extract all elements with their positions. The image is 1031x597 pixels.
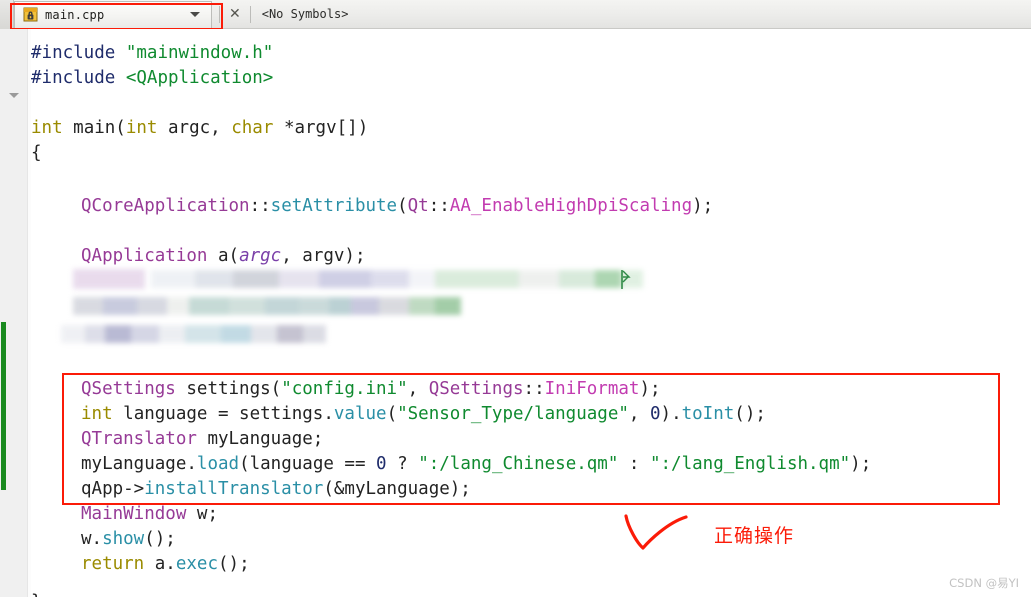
code-line-19: w.show(); bbox=[81, 529, 176, 549]
cpp-file-icon bbox=[23, 7, 38, 22]
symbol-selector[interactable]: <No Symbols> bbox=[262, 7, 349, 21]
redacted-line-3 bbox=[61, 325, 326, 343]
code-line-18: MainWindow w; bbox=[81, 504, 218, 524]
code-line-13: QSettings settings("config.ini", QSettin… bbox=[81, 379, 661, 399]
code-line-14: int language = settings.value("Sensor_Ty… bbox=[81, 404, 766, 424]
code-line-8: QApplication a(argc, argv); bbox=[81, 246, 366, 266]
code-line-6: QCoreApplication::setAttribute(Qt::AA_En… bbox=[81, 196, 714, 216]
editor-tab-main-cpp[interactable]: main.cpp bbox=[14, 0, 212, 28]
chevron-down-icon[interactable] bbox=[190, 12, 200, 17]
tabbar-separator-2 bbox=[249, 5, 251, 23]
qt-creator-editor-window: main.cpp ✕ <No Symbols> #include "mainwi… bbox=[0, 0, 1031, 597]
tabbar-separator-1 bbox=[219, 5, 220, 23]
code-line-22: } bbox=[31, 590, 42, 597]
watermark: CSDN @易YI bbox=[949, 576, 1019, 590]
editor-tab-filename: main.cpp bbox=[45, 7, 105, 22]
change-indicator-bar bbox=[1, 322, 6, 490]
editor-tab-bar: main.cpp ✕ <No Symbols> bbox=[0, 0, 1031, 29]
code-line-2: #include <QApplication> bbox=[31, 68, 274, 88]
tab-bar-left-stub bbox=[0, 0, 14, 29]
code-line-1: #include "mainwindow.h" bbox=[31, 43, 274, 63]
redacted-line-2 bbox=[73, 297, 463, 315]
redacted-line-1 bbox=[73, 269, 643, 289]
code-line-5: { bbox=[31, 143, 42, 163]
close-icon[interactable]: ✕ bbox=[227, 7, 243, 21]
code-editor-area[interactable]: #include "mainwindow.h" #include <QAppli… bbox=[0, 29, 1031, 597]
code-line-17: qApp->installTranslator(&myLanguage); bbox=[81, 479, 471, 499]
code-line-20: return a.exec(); bbox=[81, 554, 250, 574]
annotation-note: 正确操作 bbox=[714, 525, 795, 547]
code-line-16: myLanguage.load(language == 0 ? ":/lang_… bbox=[81, 454, 872, 474]
code-line-4: int main(int argc, char *argv[]) bbox=[31, 118, 369, 138]
source-code[interactable]: #include "mainwindow.h" #include <QAppli… bbox=[31, 29, 1031, 597]
editor-gutter[interactable] bbox=[0, 29, 28, 597]
fold-arrow-icon[interactable] bbox=[9, 93, 19, 98]
code-line-15: QTranslator myLanguage; bbox=[81, 429, 324, 449]
